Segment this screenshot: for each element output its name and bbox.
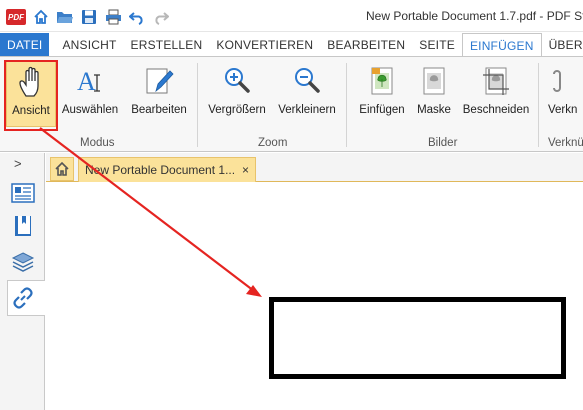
window-title: New Portable Document 1.7.pdf - PDF St <box>366 9 583 23</box>
tab-datei[interactable]: DATEI <box>0 33 50 57</box>
verknuepfen-button[interactable]: Verkn <box>548 61 583 127</box>
bearbeiten-button[interactable]: Bearbeiten <box>126 61 192 127</box>
document-rectangle-shape[interactable] <box>269 297 566 379</box>
layers-icon[interactable] <box>10 249 36 275</box>
title-bar: PDF New Portable Document 1.7.pdf - PDF … <box>0 0 583 32</box>
document-tab-bar: New Portable Document 1... × <box>46 153 583 182</box>
tab-ansicht[interactable]: ANSICHT <box>55 33 123 57</box>
quick-access-toolbar: PDF <box>6 7 170 27</box>
group-divider <box>346 63 347 147</box>
text-select-icon: A <box>73 63 107 99</box>
ribbon-tabs: DATEI ANSICHT ERSTELLEN KONVERTIEREN BEA… <box>0 33 583 57</box>
mask-image-icon <box>417 63 451 99</box>
beschneiden-button[interactable]: Beschneiden <box>460 61 532 127</box>
group-label-modus: Modus <box>80 137 115 149</box>
edit-document-icon <box>142 63 176 99</box>
tab-seite[interactable]: SEITE <box>412 33 462 57</box>
attachments-link-icon[interactable] <box>10 285 36 311</box>
maske-label: Maske <box>417 104 451 116</box>
sidebar-expand-icon[interactable]: > <box>14 156 22 171</box>
print-icon[interactable] <box>104 8 122 26</box>
home-icon <box>55 162 69 176</box>
tab-konvertieren[interactable]: KONVERTIEREN <box>209 33 320 57</box>
tab-ueberpruefen[interactable]: ÜBERPRÜ <box>542 33 583 57</box>
insert-image-icon <box>365 63 399 99</box>
home-tab[interactable] <box>50 157 74 181</box>
group-label-bilder: Bilder <box>428 137 458 149</box>
link-icon <box>548 63 582 99</box>
redo-icon[interactable] <box>152 8 170 26</box>
document-tab-title: New Portable Document 1... <box>85 163 236 177</box>
verkleinern-label: Verkleinern <box>278 104 336 116</box>
group-divider <box>197 63 198 147</box>
verknuepfen-label: Verkn <box>548 104 578 116</box>
vergroessern-button[interactable]: Vergrößern <box>204 61 270 127</box>
tab-einfuegen[interactable]: EINFÜGEN <box>461 33 542 57</box>
app-logo: PDF <box>6 9 26 25</box>
svg-text:A: A <box>77 67 96 96</box>
auswaehlen-button[interactable]: A Auswählen <box>60 61 120 127</box>
open-folder-icon[interactable] <box>56 8 74 26</box>
ribbon-panel: Ansicht A Auswählen Bearbeiten Modus Ver… <box>0 56 583 152</box>
verkleinern-button[interactable]: Verkleinern <box>274 61 340 127</box>
group-label-zoom: Zoom <box>258 137 288 149</box>
close-tab-icon[interactable]: × <box>242 163 249 177</box>
home-icon[interactable] <box>32 8 50 26</box>
einfuegen-button[interactable]: Einfügen <box>354 61 410 127</box>
group-label-verknuepfungen: Verknü <box>548 137 583 149</box>
auswaehlen-label: Auswählen <box>61 104 119 116</box>
document-tab[interactable]: New Portable Document 1... × <box>78 157 256 182</box>
bearbeiten-label: Bearbeiten <box>131 104 187 116</box>
group-divider <box>538 63 539 147</box>
bookmarks-icon[interactable] <box>10 213 36 239</box>
save-icon[interactable] <box>80 8 98 26</box>
einfuegen-label: Einfügen <box>359 104 405 116</box>
zoom-out-icon <box>290 63 324 99</box>
tab-bearbeiten[interactable]: BEARBEITEN <box>320 33 412 57</box>
left-sidebar: > <box>0 153 45 410</box>
undo-icon[interactable] <box>128 8 146 26</box>
tab-erstellen[interactable]: ERSTELLEN <box>124 33 210 57</box>
crop-image-icon <box>479 63 513 99</box>
maske-button[interactable]: Maske <box>413 61 455 127</box>
vergroessern-label: Vergrößern <box>208 104 266 116</box>
highlight-annotation-box <box>4 60 58 131</box>
zoom-in-icon <box>220 63 254 99</box>
page-thumbnails-icon[interactable] <box>10 180 36 206</box>
beschneiden-label: Beschneiden <box>462 104 530 116</box>
